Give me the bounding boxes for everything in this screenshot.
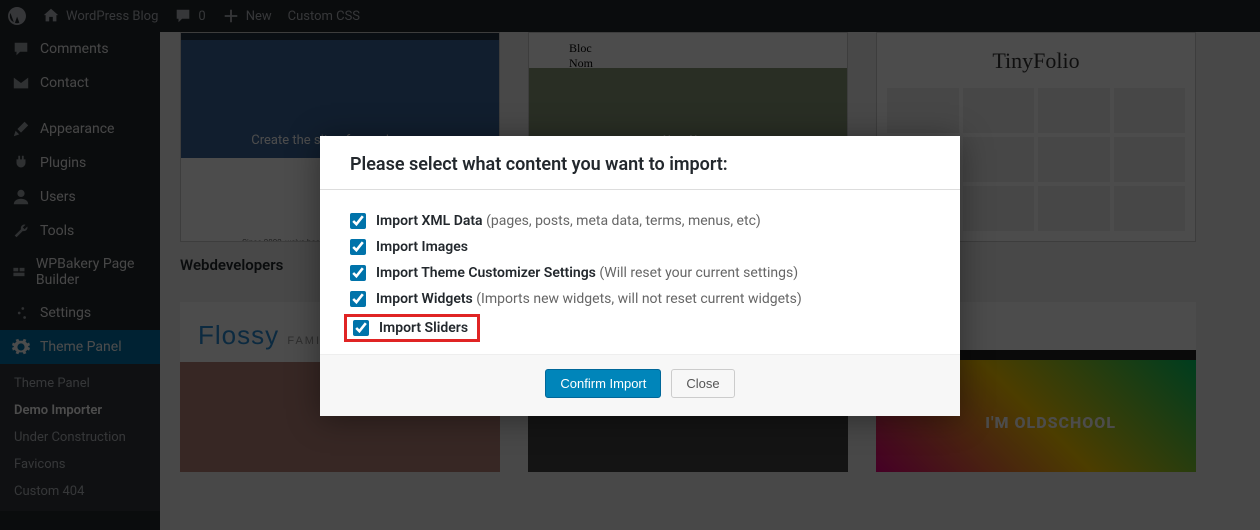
option-import-sliders: Import Sliders bbox=[353, 320, 471, 336]
modal-title: Please select what content you want to i… bbox=[350, 154, 930, 175]
option-import-images: Import Images bbox=[350, 234, 930, 260]
modal-header: Please select what content you want to i… bbox=[320, 136, 960, 190]
checkbox-import-widgets[interactable] bbox=[350, 291, 366, 307]
modal-body: Import XML Data (pages, posts, meta data… bbox=[320, 190, 960, 354]
checkbox-import-customizer[interactable] bbox=[350, 265, 366, 281]
option-import-widgets: Import Widgets (Imports new widgets, wil… bbox=[350, 286, 930, 312]
checkbox-import-xml[interactable] bbox=[350, 213, 366, 229]
import-modal: Please select what content you want to i… bbox=[320, 136, 960, 416]
option-import-customizer: Import Theme Customizer Settings (Will r… bbox=[350, 260, 930, 286]
modal-footer: Confirm Import Close bbox=[320, 354, 960, 416]
confirm-import-button[interactable]: Confirm Import bbox=[545, 369, 661, 398]
option-import-xml: Import XML Data (pages, posts, meta data… bbox=[350, 208, 930, 234]
close-button[interactable]: Close bbox=[671, 369, 734, 398]
option-import-sliders-highlight: Import Sliders bbox=[344, 314, 480, 342]
checkbox-import-sliders[interactable] bbox=[353, 320, 369, 336]
checkbox-import-images[interactable] bbox=[350, 239, 366, 255]
